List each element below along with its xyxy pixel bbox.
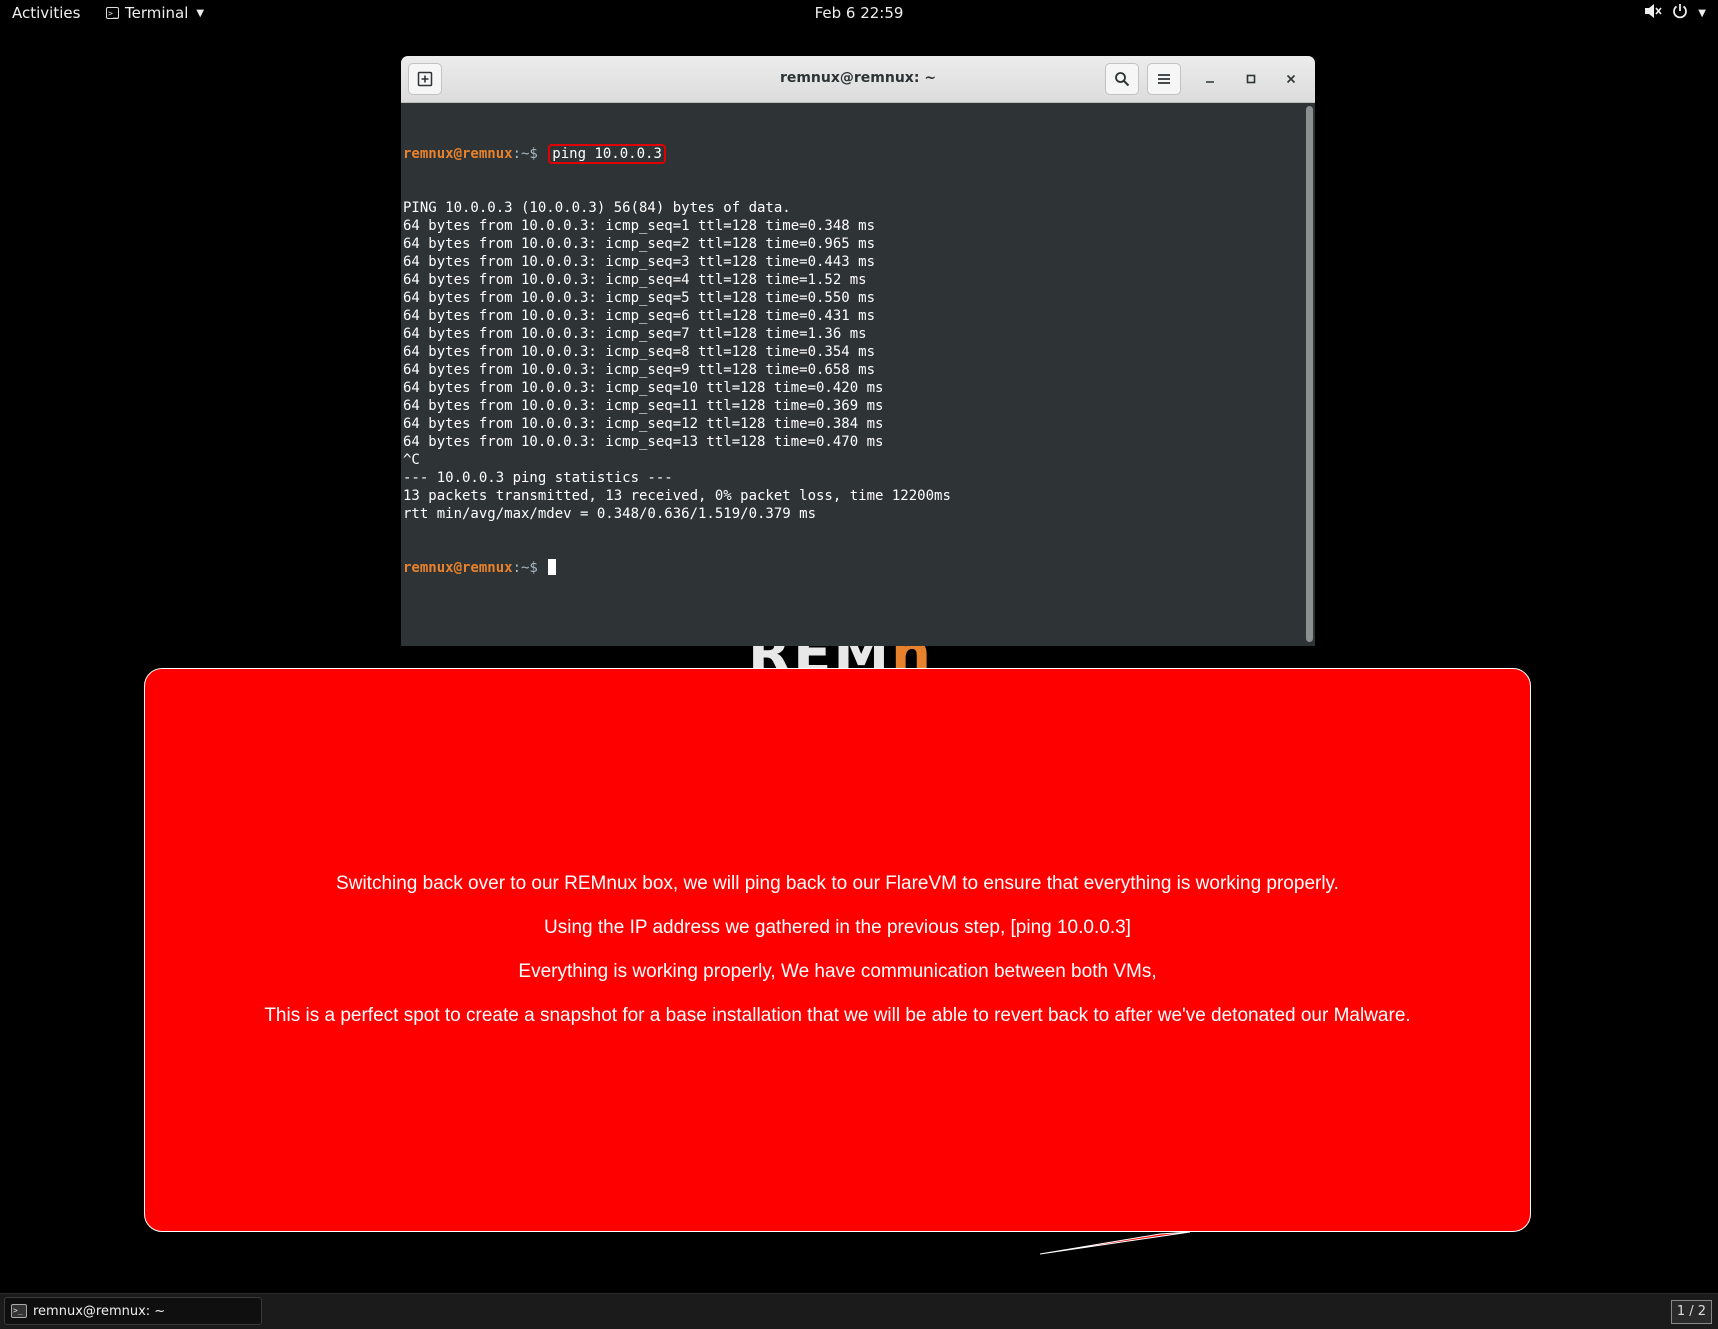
output-line: ^C bbox=[403, 452, 420, 468]
output-line: 64 bytes from 10.0.0.3: icmp_seq=9 ttl=1… bbox=[403, 362, 876, 378]
power-icon bbox=[1672, 3, 1688, 23]
search-icon bbox=[1115, 72, 1130, 87]
terminal-icon: >_ bbox=[106, 7, 119, 19]
speaker-icon bbox=[1644, 3, 1662, 23]
output-line: 64 bytes from 10.0.0.3: icmp_seq=13 ttl=… bbox=[403, 434, 884, 450]
app-menu[interactable]: >_ Terminal ▼ bbox=[106, 4, 204, 22]
clock-container: Feb 6 22:59 bbox=[0, 4, 1718, 22]
minimize-button[interactable] bbox=[1199, 68, 1221, 90]
callout-tail bbox=[1040, 1232, 1191, 1255]
prompt-path: :~$ bbox=[512, 146, 547, 162]
app-name: Terminal bbox=[125, 4, 189, 22]
output-line: 64 bytes from 10.0.0.3: icmp_seq=4 ttl=1… bbox=[403, 272, 867, 288]
callout-line: Everything is working properly, We have … bbox=[518, 961, 1157, 982]
output-line: 64 bytes from 10.0.0.3: icmp_seq=2 ttl=1… bbox=[403, 236, 876, 252]
output-line: 64 bytes from 10.0.0.3: icmp_seq=6 ttl=1… bbox=[403, 308, 876, 324]
output-line: 13 packets transmitted, 13 received, 0% … bbox=[403, 488, 951, 504]
ping-output: PING 10.0.0.3 (10.0.0.3) 56(84) bytes of… bbox=[403, 199, 1303, 523]
hamburger-menu-button[interactable] bbox=[1147, 63, 1181, 95]
annotation-callout: Switching back over to our REMnux box, w… bbox=[144, 668, 1531, 1232]
chevron-down-icon: ▼ bbox=[196, 7, 205, 19]
system-status-menu[interactable]: ▼ bbox=[1644, 3, 1706, 23]
workspace-indicator[interactable]: 1 / 2 bbox=[1670, 1300, 1712, 1324]
text-cursor bbox=[548, 559, 557, 575]
output-line: --- 10.0.0.3 ping statistics --- bbox=[403, 470, 673, 486]
close-icon bbox=[1286, 74, 1296, 84]
output-line: 64 bytes from 10.0.0.3: icmp_seq=11 ttl=… bbox=[403, 398, 884, 414]
callout-line: Switching back over to our REMnux box, w… bbox=[336, 873, 1339, 894]
prompt-user: remnux@remnux bbox=[403, 560, 513, 576]
taskbar: >_ remnux@remnux: ~ 1 / 2 bbox=[0, 1293, 1718, 1329]
prompt-user: remnux@remnux bbox=[403, 146, 513, 162]
close-button[interactable] bbox=[1280, 68, 1302, 90]
command-line: remnux@remnux:~$ ping 10.0.0.3 bbox=[403, 144, 1303, 164]
minimize-icon bbox=[1206, 81, 1214, 83]
terminal-window: remnux@remnux: ~ remnux@remnux:~$ ping 1… bbox=[401, 56, 1315, 646]
clock[interactable]: Feb 6 22:59 bbox=[815, 4, 904, 22]
terminal-headerbar[interactable]: remnux@remnux: ~ bbox=[401, 56, 1315, 103]
terminal-output[interactable]: remnux@remnux:~$ ping 10.0.0.3 PING 10.0… bbox=[401, 102, 1303, 646]
output-line: 64 bytes from 10.0.0.3: icmp_seq=1 ttl=1… bbox=[403, 218, 876, 234]
prompt-path: :~$ bbox=[512, 560, 547, 576]
maximize-icon bbox=[1246, 74, 1256, 84]
output-line: PING 10.0.0.3 (10.0.0.3) 56(84) bytes of… bbox=[403, 200, 791, 216]
search-button[interactable] bbox=[1105, 63, 1139, 95]
terminal-icon: >_ bbox=[11, 1304, 27, 1318]
output-line: 64 bytes from 10.0.0.3: icmp_seq=7 ttl=1… bbox=[403, 326, 867, 342]
activities-button[interactable]: Activities bbox=[12, 4, 80, 22]
taskbar-item-terminal[interactable]: >_ remnux@remnux: ~ bbox=[4, 1297, 262, 1325]
callout-line: Using the IP address we gathered in the … bbox=[544, 917, 1131, 938]
callout-line: This is a perfect spot to create a snaps… bbox=[264, 1005, 1411, 1026]
highlighted-command: ping 10.0.0.3 bbox=[548, 144, 666, 164]
maximize-button[interactable] bbox=[1240, 68, 1262, 90]
top-bar: Activities >_ Terminal ▼ Feb 6 22:59 ▼ bbox=[0, 0, 1718, 27]
output-line: 64 bytes from 10.0.0.3: icmp_seq=3 ttl=1… bbox=[403, 254, 876, 270]
output-line: 64 bytes from 10.0.0.3: icmp_seq=12 ttl=… bbox=[403, 416, 884, 432]
output-line: rtt min/avg/max/mdev = 0.348/0.636/1.519… bbox=[403, 506, 817, 522]
terminal-scrollbar[interactable] bbox=[1306, 106, 1313, 642]
taskbar-item-label: remnux@remnux: ~ bbox=[33, 1303, 166, 1319]
hamburger-icon bbox=[1158, 74, 1170, 84]
output-line: 64 bytes from 10.0.0.3: icmp_seq=10 ttl=… bbox=[403, 380, 884, 396]
output-line: 64 bytes from 10.0.0.3: icmp_seq=8 ttl=1… bbox=[403, 344, 876, 360]
active-prompt-line: remnux@remnux:~$ bbox=[403, 559, 1303, 577]
chevron-down-icon: ▼ bbox=[1698, 7, 1706, 19]
output-line: 64 bytes from 10.0.0.3: icmp_seq=5 ttl=1… bbox=[403, 290, 876, 306]
